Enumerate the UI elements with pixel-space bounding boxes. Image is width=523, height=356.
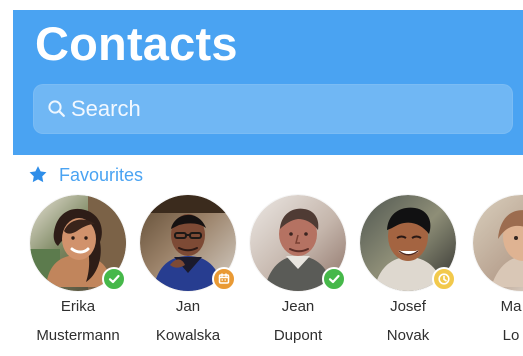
contact-first-name: Josef	[390, 298, 426, 315]
favourites-section: Favourites Erika Mustermann Jan Kowalska…	[13, 155, 523, 356]
calendar-icon	[218, 273, 230, 284]
page-title: Contacts	[35, 17, 238, 70]
contact-josef-novak[interactable]: Josef Novak	[353, 195, 463, 345]
contact-last-name: Novak	[386, 327, 430, 344]
available-status-badge	[102, 267, 126, 291]
search-icon	[48, 100, 65, 117]
left-margin	[0, 0, 13, 356]
busy-status-badge	[212, 267, 236, 291]
search-bar[interactable]	[33, 84, 513, 134]
search-input[interactable]	[71, 93, 491, 125]
clock-icon	[438, 273, 450, 285]
contact-first-name: Jean	[281, 298, 315, 315]
contacts-header: Contacts	[13, 10, 523, 155]
check-icon	[108, 274, 120, 284]
contact-last-name: Kowalska	[155, 327, 221, 344]
contact-first-name: Ma	[500, 298, 522, 315]
avatar[interactable]	[473, 195, 523, 291]
contact-last-name: Lo	[502, 327, 520, 344]
contact-jan-kowalska[interactable]: Jan Kowalska	[133, 195, 243, 345]
check-icon	[328, 274, 340, 284]
avatar-container[interactable]	[30, 195, 126, 291]
contact-first-name: Jan	[175, 298, 201, 315]
available-status-badge	[322, 267, 346, 291]
avatar-container[interactable]	[360, 195, 456, 291]
contact-first-name: Erika	[60, 298, 96, 315]
contact-jean-dupont[interactable]: Jean Dupont	[243, 195, 353, 345]
away-status-badge	[432, 267, 456, 291]
top-margin	[0, 0, 523, 10]
contact-erika-mustermann[interactable]: Erika Mustermann	[23, 195, 133, 345]
favourite-contacts-list: Erika Mustermann Jan Kowalska Jean Dupon…	[13, 155, 523, 356]
avatar-container[interactable]	[140, 195, 236, 291]
contact-last-name: Dupont	[273, 327, 323, 344]
avatar-container[interactable]	[473, 195, 523, 291]
partially-visible-contact[interactable]: Ma Lo	[463, 195, 523, 345]
contact-last-name: Mustermann	[36, 327, 120, 344]
contacts-screen: Contacts Favourites	[0, 0, 523, 356]
avatar-container[interactable]	[250, 195, 346, 291]
